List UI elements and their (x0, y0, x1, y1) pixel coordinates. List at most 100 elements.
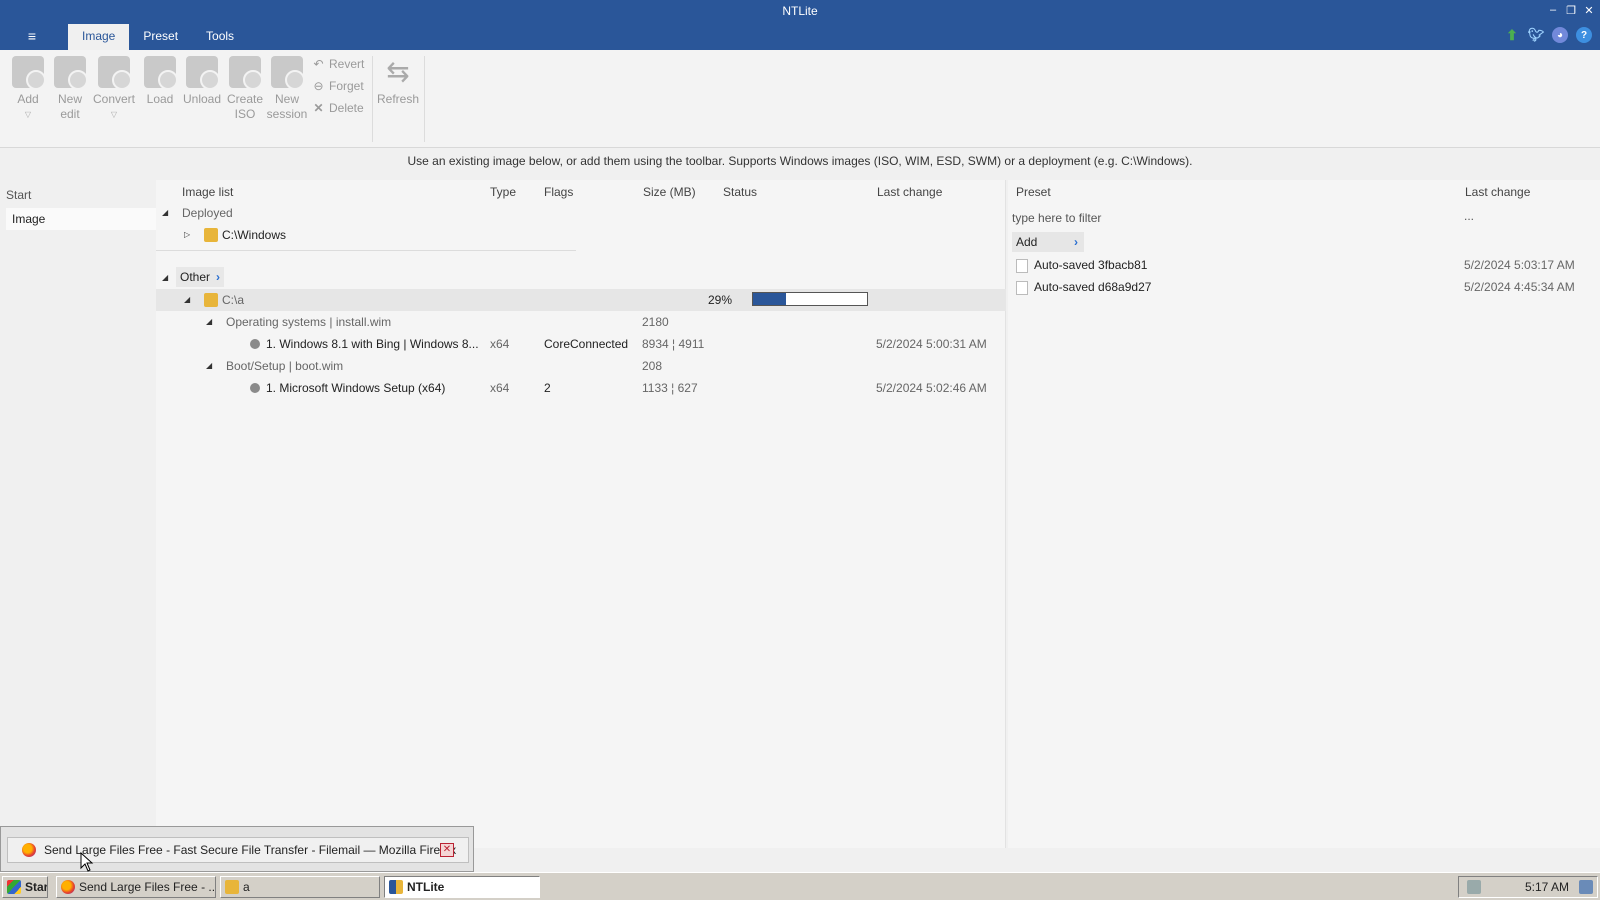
column-header-image-list[interactable]: Image list (182, 185, 233, 199)
status-dot-icon (250, 339, 260, 349)
tree-item-folder-a[interactable]: ◢ C:\a 29% (156, 289, 1006, 311)
tree-group-install-wim[interactable]: ◢ Operating systems | install.wim 2180 (156, 311, 1006, 333)
title-bar: NTLite ≡ Image Preset Tools – ❐ ✕ ⬆ 🐦︎ ◕… (0, 0, 1600, 50)
network-icon[interactable] (1467, 880, 1481, 894)
preset-name: Auto-saved d68a9d27 (1034, 280, 1152, 294)
add-label: Add (1016, 235, 1038, 249)
size-cell: 8934 ¦ 4911 (642, 337, 705, 351)
column-header-type[interactable]: Type (490, 185, 516, 199)
list-item[interactable]: Auto-saved 3fbacb81 5/2/2024 5:03:17 AM (1008, 254, 1598, 276)
column-header-size[interactable]: Size (MB) (643, 185, 696, 199)
taskbar-button-folder[interactable]: a (220, 876, 380, 898)
popup-window-entry[interactable]: Send Large Files Free - Fast Secure File… (7, 837, 469, 863)
group-deployed[interactable]: ◢ Deployed (156, 202, 1006, 224)
tab-tools[interactable]: Tools (192, 24, 248, 50)
add-preset-button[interactable]: Add › (1012, 232, 1084, 252)
forget-label: Forget (329, 79, 364, 93)
minimize-icon[interactable]: – (1548, 4, 1558, 17)
image-list-panel: Image list Type Flags Size (MB) Status L… (156, 180, 1006, 848)
tab-preset[interactable]: Preset (129, 24, 192, 50)
close-icon[interactable]: ✕ (440, 843, 454, 857)
group-other[interactable]: ◢ Other › (156, 267, 1006, 289)
tab-image[interactable]: Image (68, 24, 130, 50)
left-nav: Start Image (0, 180, 156, 828)
preset-date: 5/2/2024 5:03:17 AM (1464, 258, 1575, 272)
refresh-icon: ⇆ (386, 56, 410, 87)
column-header-preset[interactable]: Preset (1016, 185, 1051, 199)
delete-button[interactable]: ✕ Delete (312, 101, 363, 115)
new-edit-button[interactable]: New edit (48, 56, 92, 122)
twitter-icon[interactable]: 🐦︎ (1528, 27, 1545, 43)
forget-minus-icon: ⊖ (313, 79, 324, 93)
ribbon-separator (424, 56, 425, 142)
unload-icon (186, 56, 220, 90)
table-row[interactable]: 1. Microsoft Windows Setup (x64) x64 2 1… (156, 377, 1006, 399)
collapse-triangle-icon[interactable]: ◢ (162, 202, 168, 224)
size-cell: 208 (642, 359, 663, 373)
discord-icon[interactable]: ◕ (1552, 27, 1568, 43)
taskbar-button-firefox[interactable]: Send Large Files Free - ... (56, 876, 216, 898)
unload-button[interactable]: Unload (180, 56, 224, 107)
firefox-icon (22, 843, 36, 857)
progress-percent: 29% (708, 293, 733, 307)
filter-more-button[interactable]: ... (1464, 209, 1474, 223)
firefox-icon (61, 880, 75, 894)
last-change-cell: 5/2/2024 5:00:31 AM (876, 337, 987, 351)
collapse-triangle-icon[interactable]: ◢ (206, 311, 212, 333)
collapse-triangle-icon[interactable]: ◢ (184, 289, 190, 311)
tree-group-boot-wim[interactable]: ◢ Boot/Setup | boot.wim 208 (156, 355, 1006, 377)
window-title: NTLite (782, 4, 818, 18)
expand-triangle-icon[interactable]: ▷ (184, 224, 190, 246)
size-cell: 2180 (642, 315, 669, 329)
restore-icon[interactable]: ❐ (1566, 4, 1576, 17)
windows-logo-icon (7, 880, 21, 894)
collapse-triangle-icon[interactable]: ◢ (206, 355, 212, 377)
taskbar-label: NTLite (407, 880, 445, 894)
start-label: Start (25, 880, 48, 894)
convert-button[interactable]: Convert ▽ (92, 56, 136, 122)
forget-button[interactable]: ⊖ Forget (312, 79, 364, 93)
nav-header: Start (6, 188, 32, 202)
column-header-flags[interactable]: Flags (544, 185, 573, 199)
list-item[interactable]: Auto-saved d68a9d27 5/2/2024 4:45:34 AM (1008, 276, 1598, 298)
new-session-button[interactable]: New session (265, 56, 309, 122)
refresh-label: Refresh (376, 92, 420, 106)
new-edit-label-1: New (57, 92, 82, 106)
edition-name: 1. Microsoft Windows Setup (x64) (266, 381, 446, 395)
start-button[interactable]: Start (2, 876, 48, 898)
unload-label: Unload (182, 92, 222, 106)
column-header-last-change[interactable]: Last change (877, 185, 942, 199)
type-cell: x64 (490, 337, 510, 351)
other-group-button[interactable]: Other › (176, 267, 225, 287)
taskbar-label: a (243, 880, 250, 894)
load-button[interactable]: Load (138, 56, 182, 107)
show-desktop-icon[interactable] (1579, 880, 1593, 894)
help-icon[interactable]: ? (1576, 27, 1592, 43)
item-label: C:\a (222, 293, 245, 307)
column-header-last-change[interactable]: Last change (1465, 185, 1530, 199)
edition-name: 1. Windows 8.1 with Bing | Windows 8... (266, 337, 479, 351)
nav-item-image[interactable]: Image (6, 208, 156, 230)
top-icons: ⬆ 🐦︎ ◕ ? (1504, 27, 1592, 43)
collapse-triangle-icon[interactable]: ◢ (162, 267, 168, 289)
document-icon (1016, 281, 1028, 295)
close-icon[interactable]: ✕ (1584, 4, 1594, 17)
column-header-status[interactable]: Status (723, 185, 757, 199)
update-arrow-icon[interactable]: ⬆ (1504, 27, 1520, 43)
chevron-down-icon: ▽ (24, 110, 32, 119)
tree-item-deployed-windows[interactable]: ▷ C:\Windows (156, 224, 1006, 246)
revert-button[interactable]: ↶ Revert (312, 57, 364, 71)
folder-icon (204, 293, 218, 307)
ribbon: Add ▽ New edit Convert ▽ Load Unload Cre… (0, 50, 1600, 148)
new-session-label-2: session (266, 107, 308, 121)
item-label: Boot/Setup | boot.wim (226, 359, 344, 373)
add-button[interactable]: Add ▽ (6, 56, 50, 122)
chevron-right-icon: › (216, 270, 221, 284)
create-iso-button[interactable]: Create ISO (223, 56, 267, 122)
refresh-button[interactable]: ⇆ Refresh (376, 56, 420, 107)
clock[interactable]: 5:17 AM (1525, 877, 1569, 897)
preset-filter-input[interactable]: type here to filter (1012, 211, 1101, 225)
hamburger-menu-icon[interactable]: ≡ (24, 28, 40, 44)
table-row[interactable]: 1. Windows 8.1 with Bing | Windows 8... … (156, 333, 1006, 355)
taskbar-button-ntlite[interactable]: NTLite (384, 876, 540, 898)
